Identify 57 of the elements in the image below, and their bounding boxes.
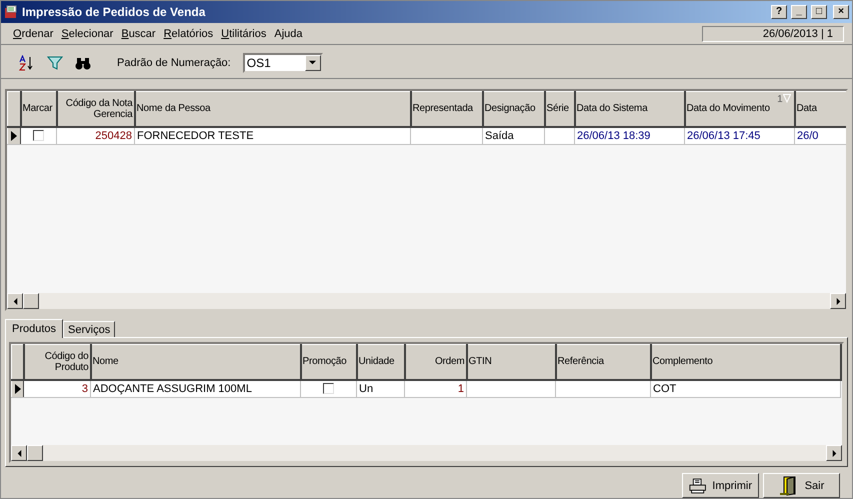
right-arrow-icon [830, 450, 838, 456]
column-header[interactable]: Promoção [300, 344, 356, 380]
column-header[interactable]: Nome da Pessoa [134, 92, 410, 126]
menu-item[interactable]: Ajuda [270, 28, 307, 40]
window-control[interactable]: ? [771, 5, 787, 19]
column-header[interactable]: Nome [90, 344, 300, 380]
right-arrow-icon [834, 298, 842, 304]
column-header[interactable]: Designação [482, 92, 544, 126]
scroll-left-button[interactable] [11, 445, 27, 461]
column-header[interactable]: Data [794, 92, 846, 126]
print-button[interactable]: Imprimir [682, 473, 759, 498]
checkbox[interactable] [323, 383, 334, 394]
sort-rank: 1 [777, 94, 782, 105]
menu-item[interactable]: Ordenar [9, 28, 58, 40]
left-arrow-icon [16, 450, 22, 456]
window-control[interactable]: _ [791, 5, 807, 19]
column-header[interactable]: Série [544, 92, 574, 126]
scroll-right-button[interactable] [830, 293, 846, 309]
numbering-dropdown[interactable]: OS1 [242, 52, 323, 72]
column-header[interactable]: Código do Produto [24, 344, 90, 380]
scroll-left-button[interactable] [7, 293, 23, 309]
left-arrow-icon [12, 298, 18, 304]
numbering-label: Padrão de Numeração: [117, 56, 231, 68]
window-control[interactable]: □ [811, 5, 827, 19]
window-title: Impressão de Pedidos de Venda [22, 5, 206, 19]
column-header[interactable]: Referência [556, 344, 650, 380]
app-icon [4, 5, 18, 19]
printer-icon [689, 476, 706, 494]
current-row-icon [10, 130, 18, 142]
scroll-right-button[interactable] [826, 445, 842, 461]
column-header[interactable]: GTIN [466, 344, 556, 380]
menu-item[interactable]: Buscar [117, 28, 160, 40]
menu-item[interactable]: Relatórios [160, 28, 218, 40]
status-field: 26/06/2013 | 1 [702, 26, 844, 42]
exit-button[interactable]: Sair [763, 473, 840, 498]
checkbox[interactable] [33, 130, 44, 142]
filter-icon[interactable] [47, 54, 63, 70]
scroll-thumb[interactable] [27, 445, 43, 461]
sort-az-icon[interactable] [19, 54, 35, 70]
column-header[interactable]: Data do Movimento 1 [684, 92, 794, 126]
horizontal-scrollbar[interactable] [7, 293, 846, 309]
column-header[interactable]: Código da Nota Gerencia [56, 92, 134, 126]
horizontal-scrollbar[interactable] [11, 445, 842, 461]
column-header[interactable]: Ordem [404, 344, 466, 380]
tab[interactable]: Produtos [5, 319, 64, 338]
column-header[interactable]: Marcar [20, 92, 56, 126]
column-header[interactable]: Unidade [356, 344, 404, 380]
sort-arrow-icon [782, 94, 790, 103]
column-header[interactable]: Data do Sistema [574, 92, 684, 126]
menu-item[interactable]: Utilitários [217, 28, 270, 40]
tab[interactable]: Serviços [63, 321, 116, 337]
window-control[interactable]: × [833, 5, 849, 19]
menu-item[interactable]: Selecionar [57, 28, 118, 40]
down-arrow-icon [309, 59, 316, 66]
column-header[interactable]: Representada [410, 92, 482, 126]
scroll-thumb[interactable] [23, 293, 39, 309]
column-header[interactable]: Complemento [650, 344, 840, 380]
